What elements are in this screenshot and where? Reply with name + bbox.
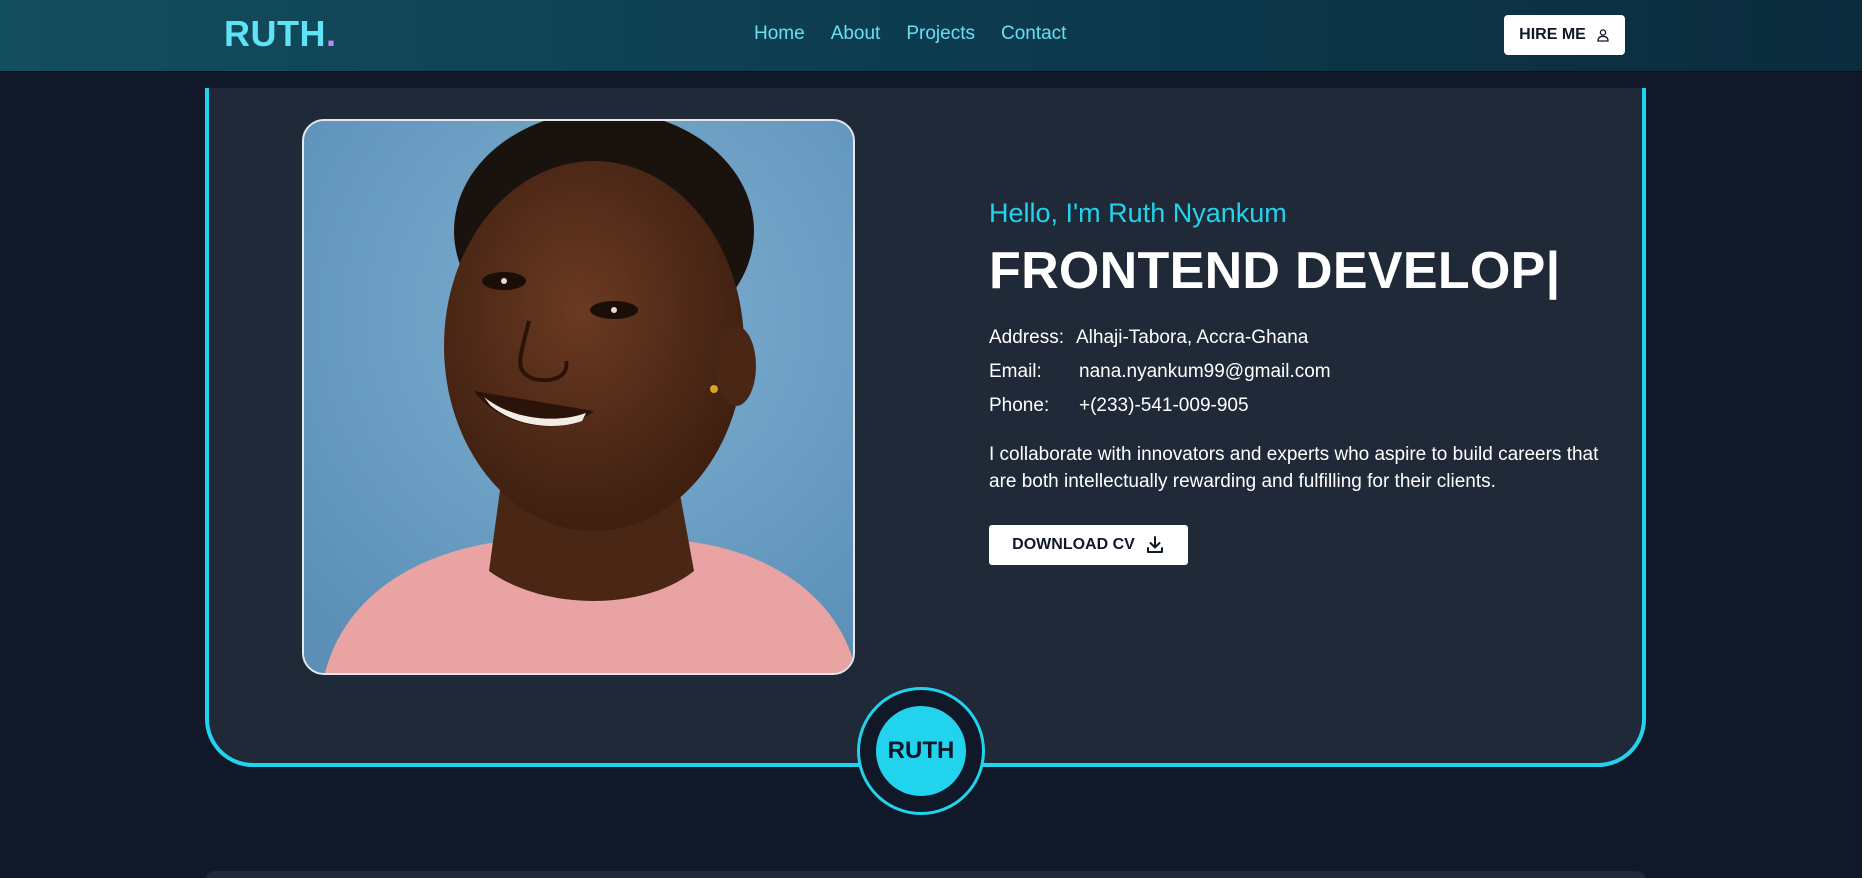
- user-icon: [1597, 29, 1609, 42]
- download-icon: [1146, 536, 1163, 553]
- nav-contact[interactable]: Contact: [1001, 23, 1066, 45]
- page: RUTH. Home About Projects Contact HIRE M…: [0, 0, 1865, 878]
- email-label: Email:: [989, 361, 1042, 382]
- address-row: Address: Alhaji-Tabora, Accra-Ghana: [989, 321, 1609, 355]
- download-cv-button[interactable]: DOWNLOAD CV: [989, 525, 1188, 565]
- logo[interactable]: RUTH.: [224, 13, 337, 55]
- next-section-edge: [205, 871, 1646, 878]
- greeting: Hello, I'm Ruth Nyankum: [989, 198, 1287, 228]
- email-value: nana.nyankum99@gmail.com: [1079, 361, 1331, 382]
- nav-about[interactable]: About: [831, 23, 881, 45]
- logo-dot: .: [325, 13, 337, 54]
- email-row: Email: nana.nyankum99@gmail.com: [989, 355, 1609, 389]
- address-value: Alhaji-Tabora, Accra-Ghana: [1076, 327, 1309, 348]
- main-nav: Home About Projects Contact: [754, 23, 1066, 45]
- hire-me-button[interactable]: HIRE ME: [1504, 15, 1625, 55]
- navbar: RUTH. Home About Projects Contact HIRE M…: [0, 0, 1865, 71]
- logo-text: RUTH: [224, 13, 326, 54]
- profile-photo: [302, 119, 855, 675]
- download-cv-label: DOWNLOAD CV: [1012, 536, 1135, 553]
- role-title: FRONTEND DEVELOP|: [989, 242, 1561, 300]
- ruth-badge: RUTH: [876, 706, 966, 796]
- nav-home[interactable]: Home: [754, 23, 805, 45]
- phone-row: Phone: +(233)-541-009-905: [989, 389, 1609, 423]
- phone-label: Phone:: [989, 395, 1050, 416]
- phone-value: +(233)-541-009-905: [1079, 395, 1249, 416]
- intro-block: Hello, I'm Ruth Nyankum FRONTEND DEVELOP…: [989, 198, 1609, 565]
- nav-projects[interactable]: Projects: [906, 23, 975, 45]
- address-label: Address:: [989, 327, 1064, 348]
- badge-ring: RUTH: [857, 687, 985, 815]
- bio-text: I collaborate with innovators and expert…: [989, 444, 1599, 492]
- hire-me-label: HIRE ME: [1519, 26, 1586, 43]
